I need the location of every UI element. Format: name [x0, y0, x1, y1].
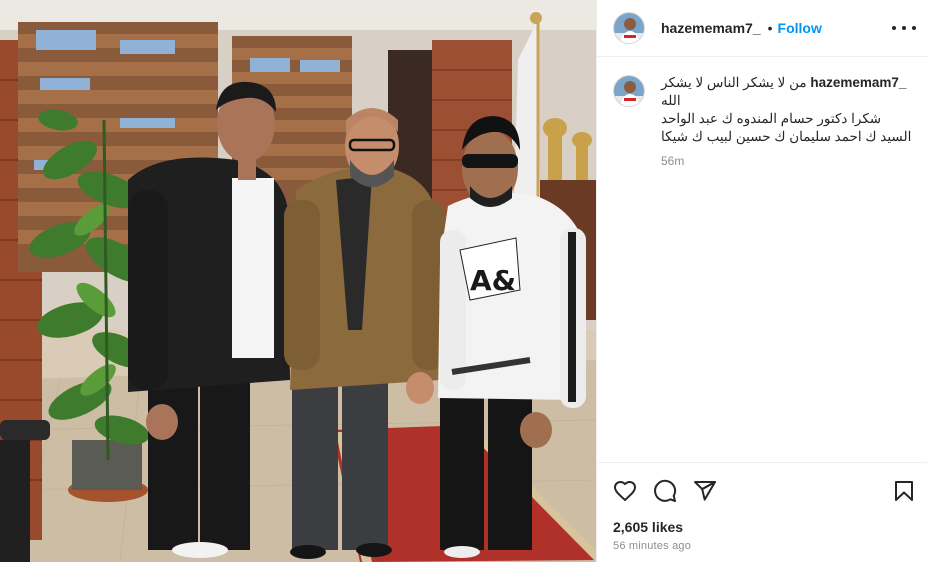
heart-icon[interactable] [613, 479, 637, 503]
share-icon[interactable] [693, 479, 717, 503]
post-photo-image: A& [0, 0, 596, 562]
post-author-username[interactable]: hazememam7_ [661, 20, 761, 36]
post-time[interactable]: 56 minutes ago [613, 540, 691, 552]
post-actions-section: 2,605 likes 56 minutes ago [597, 462, 927, 562]
caption-comment: hazememam7_ من لا يشكر الناس لا يشكر الل… [613, 74, 913, 168]
svg-text:A&: A& [470, 264, 516, 297]
post-side-panel: hazememam7_ • Follow hazememam7_ من لا ي… [596, 0, 927, 562]
likes-count[interactable]: 2,605 likes [613, 519, 683, 535]
post-photo[interactable]: A& [0, 0, 596, 562]
caption-timestamp[interactable]: 56m [661, 154, 913, 168]
separator-dot: • [767, 20, 773, 36]
post-header: hazememam7_ • Follow [597, 0, 927, 57]
caption-text-block: hazememam7_ من لا يشكر الناس لا يشكر الل… [661, 74, 913, 146]
avatar[interactable] [613, 75, 645, 107]
follow-button[interactable]: Follow [778, 20, 822, 36]
bookmark-icon[interactable] [892, 479, 916, 503]
avatar[interactable] [613, 12, 645, 44]
action-icons [613, 479, 717, 503]
caption-body: hazememam7_ من لا يشكر الناس لا يشكر الل… [661, 74, 913, 168]
more-options-icon[interactable] [892, 18, 916, 38]
comment-icon[interactable] [653, 479, 677, 503]
caption-username[interactable]: hazememam7_ [810, 75, 906, 90]
